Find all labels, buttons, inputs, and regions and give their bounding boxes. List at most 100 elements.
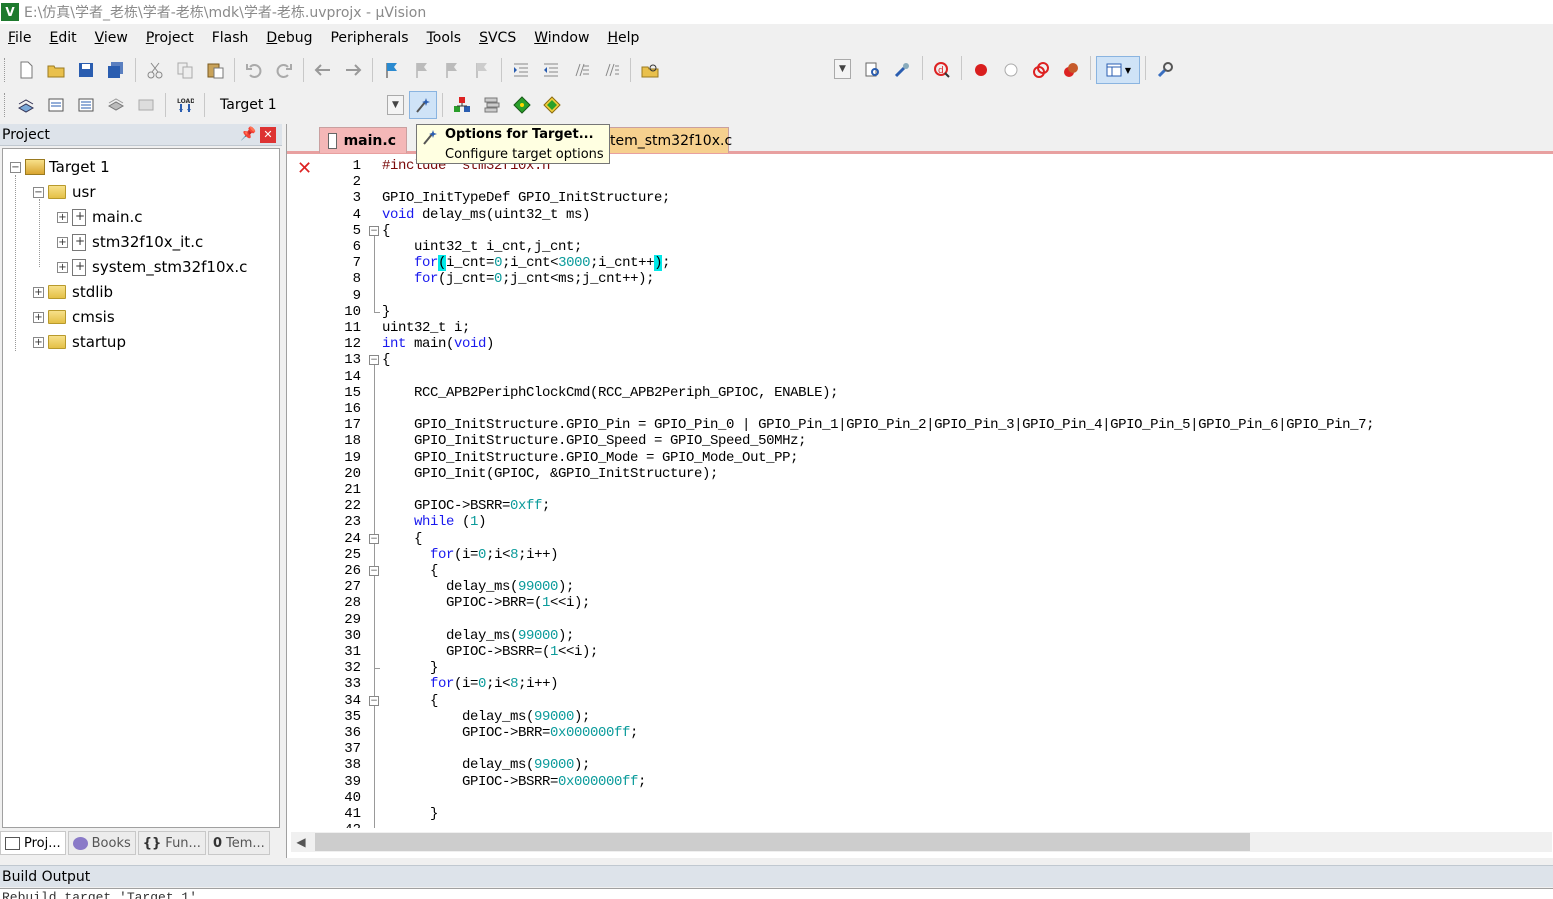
expand-icon[interactable]: + <box>57 211 68 223</box>
tab-main-c[interactable]: main.c <box>319 127 407 153</box>
redo-button[interactable] <box>270 56 298 84</box>
fold-toggle-icon[interactable]: − <box>369 695 379 706</box>
close-icon[interactable]: ✕ <box>260 126 276 143</box>
fold-marker[interactable]: − <box>369 695 379 706</box>
save-button[interactable] <box>72 56 100 84</box>
expand-icon[interactable]: + <box>57 236 68 248</box>
menu-tools[interactable]: Tools <box>418 26 471 50</box>
code-line[interactable]: for(i_cnt=0;i_cnt<3000;i_cnt++); <box>382 255 671 272</box>
configure-button[interactable] <box>1151 56 1179 84</box>
menu-help[interactable]: Help <box>598 26 648 50</box>
indent-button[interactable] <box>507 56 535 84</box>
code-line[interactable]: GPIO_Init(GPIOC, &GPIO_InitStructure); <box>382 466 718 482</box>
open-file-button[interactable] <box>42 56 70 84</box>
tree-group-cmsis[interactable]: + cmsis <box>33 306 115 328</box>
menu-file[interactable]: File <box>0 26 40 50</box>
batch-build-button[interactable] <box>102 91 130 119</box>
code-line[interactable]: GPIO_InitStructure.GPIO_Pin = GPIO_Pin_0… <box>382 417 1375 433</box>
options-for-target-button[interactable] <box>409 91 437 119</box>
find-in-files-button[interactable] <box>636 56 664 84</box>
tree-group-startup[interactable]: + startup <box>33 331 126 353</box>
menu-peripherals[interactable]: Peripherals <box>321 26 417 50</box>
code-line[interactable]: for(i=0;i<8;i++) <box>382 676 558 692</box>
translate-button[interactable] <box>12 91 40 119</box>
code-line[interactable]: for(i=0;i<8;i++) <box>382 547 558 563</box>
insert-breakpoint-button[interactable] <box>967 56 995 84</box>
code-line[interactable]: } <box>382 304 390 320</box>
expand-icon[interactable]: + <box>33 286 44 298</box>
code-line[interactable]: GPIOC->BRR=0x000000ff; <box>382 725 638 741</box>
tree-file-system-stm32f10x-c[interactable]: + system_stm32f10x.c <box>57 256 247 278</box>
unindent-button[interactable] <box>537 56 565 84</box>
code-line[interactable]: RCC_APB2PeriphClockCmd(RCC_APB2Periph_GP… <box>382 385 838 401</box>
rebuild-button[interactable] <box>72 91 100 119</box>
tree-group-usr[interactable]: − usr <box>33 181 96 203</box>
find-combo[interactable]: ▼ <box>834 59 851 79</box>
target-select[interactable]: Target 1 ▼ <box>215 94 405 116</box>
manage-rte-button[interactable] <box>508 91 536 119</box>
code-line[interactable]: GPIOC->BSRR=0x000000ff; <box>382 774 646 790</box>
code-editor[interactable]: ✕ 1 #include "stm32f10x.h" 2 3 GPIO_InitType… <box>291 156 1552 828</box>
collapse-icon[interactable]: − <box>10 161 21 173</box>
code-line[interactable]: delay_ms(99000); <box>382 579 574 595</box>
select-packs-button[interactable] <box>478 91 506 119</box>
tab-books[interactable]: Books <box>67 831 136 855</box>
insert-bookmark-button[interactable] <box>378 56 406 84</box>
fold-toggle-icon[interactable]: − <box>369 355 379 366</box>
fold-toggle-icon[interactable]: − <box>369 566 379 576</box>
code-line[interactable]: uint32_t i; <box>382 320 470 336</box>
menu-project[interactable]: Project <box>137 26 203 50</box>
tree-file-main-c[interactable]: + main.c <box>57 206 143 228</box>
tree-group-stdlib[interactable]: + stdlib <box>33 281 113 303</box>
code-line[interactable]: delay_ms(99000); <box>382 757 590 773</box>
code-line[interactable]: delay_ms(99000); <box>382 628 574 644</box>
undo-button[interactable] <box>240 56 268 84</box>
expand-icon[interactable]: + <box>57 261 68 273</box>
window-layout-button[interactable]: ▼ <box>1096 56 1140 84</box>
horizontal-scrollbar[interactable]: ◀ <box>291 832 1552 852</box>
uncomment-button[interactable] <box>597 56 625 84</box>
navigate-back-button[interactable] <box>309 56 337 84</box>
fold-marker[interactable]: − <box>369 225 379 236</box>
manage-project-items-button[interactable] <box>448 91 476 119</box>
code-line[interactable]: GPIOC->BSRR=0xff; <box>382 498 550 514</box>
toolbar-grip[interactable] <box>4 93 8 117</box>
clear-bookmarks-button[interactable] <box>468 56 496 84</box>
tree-item-target[interactable]: − Target 1 <box>10 156 110 178</box>
enable-breakpoint-button[interactable] <box>997 56 1025 84</box>
scrollbar-thumb[interactable] <box>315 833 1250 851</box>
code-line[interactable]: { <box>382 693 438 709</box>
code-line[interactable]: GPIO_InitTypeDef GPIO_InitStructure; <box>382 190 670 206</box>
code-line[interactable]: for(j_cnt=0;j_cnt<ms;j_cnt++); <box>382 271 654 287</box>
next-bookmark-button[interactable] <box>438 56 466 84</box>
tree-file-stm32f10x-it-c[interactable]: + stm32f10x_it.c <box>57 231 203 253</box>
build-output-panel[interactable]: Rebuild target 'Target 1' <box>0 888 1553 899</box>
disable-breakpoints-button[interactable] <box>1027 56 1055 84</box>
fold-marker[interactable]: − <box>369 533 379 544</box>
code-line[interactable]: { <box>382 223 390 239</box>
code-line[interactable]: } <box>382 660 438 676</box>
menu-svcs[interactable]: SVCS <box>470 26 525 50</box>
fold-marker[interactable]: − <box>369 355 379 366</box>
prev-bookmark-button[interactable] <box>408 56 436 84</box>
cut-button[interactable] <box>141 56 169 84</box>
pin-icon[interactable]: 📌 <box>240 127 256 142</box>
new-file-button[interactable] <box>12 56 40 84</box>
incremental-find-button[interactable] <box>889 56 917 84</box>
code-line[interactable]: void delay_ms(uint32_t ms) <box>382 207 590 223</box>
code-line[interactable]: GPIO_InitStructure.GPIO_Speed = GPIO_Spe… <box>382 433 806 449</box>
code-line[interactable]: GPIO_InitStructure.GPIO_Mode = GPIO_Mode… <box>382 450 798 466</box>
start-debug-button[interactable]: d <box>928 56 956 84</box>
scroll-left-icon[interactable]: ◀ <box>291 835 311 849</box>
menu-edit[interactable]: Edit <box>40 26 85 50</box>
code-line[interactable]: } <box>382 806 438 822</box>
find-button[interactable] <box>859 56 887 84</box>
tab-project[interactable]: Proj... <box>0 831 66 855</box>
code-line[interactable]: int main(void) <box>382 336 494 352</box>
navigate-forward-button[interactable] <box>339 56 367 84</box>
kill-breakpoints-button[interactable] <box>1057 56 1085 84</box>
copy-button[interactable] <box>171 56 199 84</box>
menu-window[interactable]: Window <box>525 26 598 50</box>
comment-button[interactable] <box>567 56 595 84</box>
tab-functions[interactable]: {} Fun... <box>137 831 206 855</box>
